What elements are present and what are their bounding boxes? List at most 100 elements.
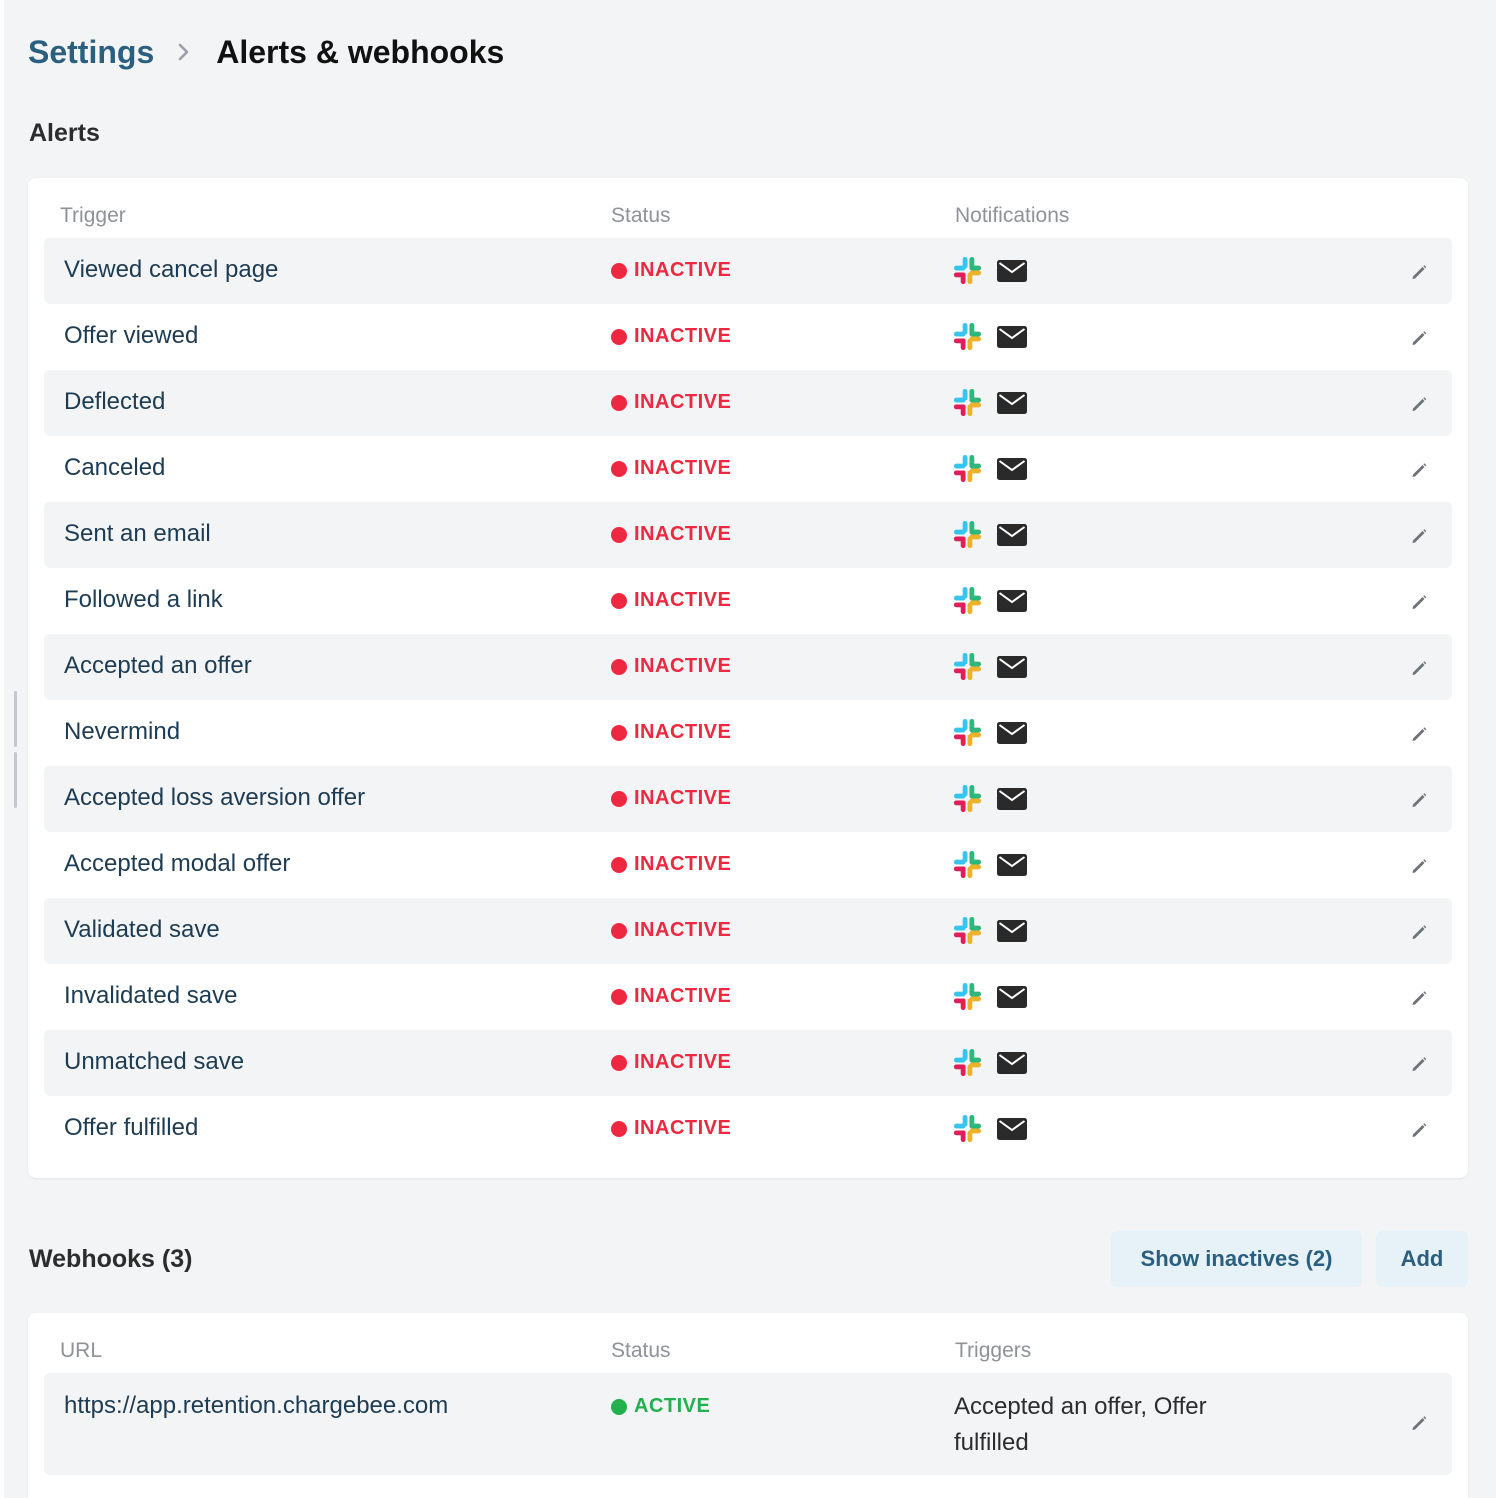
status-badge: INACTIVE (611, 391, 731, 414)
trigger-name: Unmatched save (64, 1048, 245, 1075)
resize-handle[interactable] (14, 752, 17, 808)
show-inactives-button[interactable]: Show inactives (2) (1111, 1231, 1362, 1287)
resize-handle[interactable] (14, 691, 17, 747)
mail-icon (997, 985, 1027, 1008)
slack-icon (952, 453, 983, 484)
table-row: Accepted loss aversion offer INACTIVE (44, 766, 1452, 832)
slack-icon (952, 1113, 983, 1144)
notification-channels (952, 1113, 1027, 1144)
pencil-icon[interactable] (1409, 460, 1429, 480)
mail-icon (997, 787, 1027, 810)
pencil-icon[interactable] (1409, 1413, 1429, 1433)
notification-channels (952, 849, 1027, 880)
pencil-icon[interactable] (1409, 592, 1429, 612)
notification-channels (952, 1047, 1027, 1078)
trigger-name: Accepted modal offer (64, 850, 291, 877)
status-dot (611, 592, 627, 609)
status-badge: INACTIVE (611, 985, 731, 1008)
status-badge: INACTIVE (611, 1117, 731, 1140)
status-dot (611, 1054, 627, 1071)
table-row: https://app.retention.chargebee.com ACTIV… (44, 1373, 1452, 1475)
slack-icon (952, 1047, 983, 1078)
page-title: Alerts & webhooks (216, 33, 505, 70)
status-dot (611, 1398, 627, 1415)
column-header-notifications: Notifications (955, 204, 1070, 227)
pencil-icon[interactable] (1409, 856, 1429, 876)
alerts-table: Trigger Status Notifications Viewed canc… (28, 178, 1468, 1178)
status-text: INACTIVE (634, 259, 732, 281)
status-badge: INACTIVE (611, 655, 731, 678)
column-header-url: URL (60, 1339, 103, 1362)
notification-channels (952, 255, 1027, 286)
trigger-name: Offer fulfilled (64, 1114, 199, 1141)
status-text: INACTIVE (634, 1117, 732, 1139)
alerts-table-header: Trigger Status Notifications (28, 178, 1468, 238)
notification-channels (952, 321, 1027, 352)
pencil-icon[interactable] (1409, 262, 1429, 282)
trigger-name: Nevermind (64, 718, 181, 745)
slack-icon (952, 717, 983, 748)
pencil-icon[interactable] (1409, 1120, 1429, 1140)
slack-icon (952, 585, 983, 616)
mail-icon (997, 523, 1027, 546)
pencil-icon[interactable] (1409, 790, 1429, 810)
trigger-name: Accepted loss aversion offer (64, 784, 366, 811)
pencil-icon[interactable] (1409, 394, 1429, 414)
breadcrumb-settings-link[interactable]: Settings (28, 34, 154, 71)
status-badge: INACTIVE (611, 589, 731, 612)
status-dot (611, 526, 627, 543)
trigger-name: Validated save (64, 916, 220, 943)
mail-icon (997, 391, 1027, 414)
status-dot (611, 460, 627, 477)
notification-channels (952, 585, 1027, 616)
status-badge: INACTIVE (611, 325, 731, 348)
column-header-triggers: Triggers (955, 1339, 1032, 1362)
trigger-name: Invalidated save (64, 982, 238, 1009)
table-row: Invalidated save INACTIVE (44, 964, 1452, 1030)
notification-channels (952, 981, 1027, 1012)
pencil-icon[interactable] (1409, 1054, 1429, 1074)
table-row: Deflected INACTIVE (44, 370, 1452, 436)
status-text: INACTIVE (634, 325, 732, 347)
status-text: INACTIVE (634, 523, 732, 545)
table-row: Nevermind INACTIVE (44, 700, 1452, 766)
notification-channels (952, 519, 1027, 550)
pencil-icon[interactable] (1409, 922, 1429, 942)
left-edge (0, 0, 4, 1498)
column-header-status: Status (611, 1339, 671, 1362)
slack-icon (952, 651, 983, 682)
status-text: INACTIVE (634, 721, 732, 743)
pencil-icon[interactable] (1409, 724, 1429, 744)
notification-channels (952, 783, 1027, 814)
slack-icon (952, 981, 983, 1012)
status-text: INACTIVE (634, 391, 732, 413)
status-dot (611, 988, 627, 1005)
status-dot (611, 922, 627, 939)
column-header-trigger: Trigger (60, 204, 126, 227)
mail-icon (997, 325, 1027, 348)
mail-icon (997, 457, 1027, 480)
breadcrumb: Settings Alerts & webhooks (28, 30, 504, 74)
webhooks-table-body: https://app.retention.chargebee.com ACTIV… (28, 1373, 1468, 1475)
status-dot (611, 262, 627, 279)
status-badge: INACTIVE (611, 787, 731, 810)
mail-icon (997, 853, 1027, 876)
trigger-name: Followed a link (64, 586, 223, 613)
chevron-right-icon (178, 43, 190, 61)
status-badge: INACTIVE (611, 1051, 731, 1074)
status-text: INACTIVE (634, 1051, 732, 1073)
status-badge: INACTIVE (611, 457, 731, 480)
notification-channels (952, 651, 1027, 682)
status-dot (611, 328, 627, 345)
status-text: INACTIVE (634, 589, 732, 611)
trigger-name: Canceled (64, 454, 166, 481)
webhooks-table-header: URL Status Triggers (28, 1313, 1468, 1373)
pencil-icon[interactable] (1409, 988, 1429, 1008)
pencil-icon[interactable] (1409, 328, 1429, 348)
status-badge: INACTIVE (611, 259, 731, 282)
pencil-icon[interactable] (1409, 658, 1429, 678)
add-webhook-button[interactable]: Add (1376, 1231, 1468, 1287)
status-text: INACTIVE (634, 919, 732, 941)
pencil-icon[interactable] (1409, 526, 1429, 546)
notification-channels (952, 387, 1027, 418)
